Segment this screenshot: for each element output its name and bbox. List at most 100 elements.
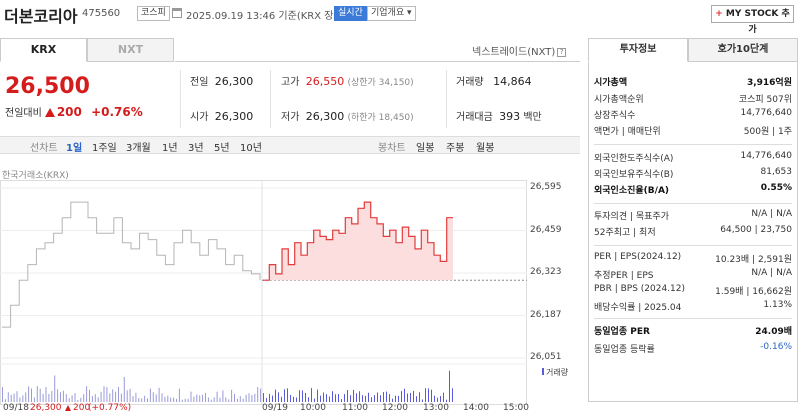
volume-bar: [311, 388, 312, 402]
volume-bar: [74, 393, 76, 402]
info-value: 14,776,640: [740, 151, 792, 161]
tab-1y[interactable]: 1년: [162, 139, 178, 154]
info-row: PER | EPS(2024.12) 10.23배 | 2,591원: [594, 252, 792, 265]
volume-bar: [216, 391, 218, 402]
volume-bar: [45, 387, 47, 402]
volume-bar: [234, 393, 235, 402]
volume-bar: [31, 388, 32, 402]
x-tick-label: 09/19: [262, 403, 288, 413]
volume-bar: [398, 395, 399, 402]
nxt-link[interactable]: 넥스트레이드(NXT)?: [472, 43, 567, 58]
volume-bar: [251, 394, 253, 402]
high-value: 26,550: [305, 75, 345, 88]
info-label: 동일업종 PER: [594, 327, 650, 337]
amount-value: 393: [499, 110, 521, 123]
volume-bar: [109, 393, 111, 402]
stock-code: 475560: [82, 8, 121, 19]
tab-krx[interactable]: KRX: [0, 38, 87, 62]
line-chart-label: 선차트: [30, 143, 58, 154]
chevron-down-icon: ▾: [407, 8, 412, 18]
info-row: 추정PER | EPS N/A | N/A: [594, 268, 792, 281]
tab-10y[interactable]: 10년: [240, 139, 262, 154]
add-my-stock-button[interactable]: + MY STOCK 추가: [711, 5, 794, 35]
volume-bar: [239, 396, 241, 402]
market-tabs: KRX NXT: [0, 38, 175, 62]
volume-bar: [231, 389, 233, 402]
volume-bar: [353, 389, 354, 402]
tab-1w[interactable]: 1주일: [92, 139, 117, 154]
prev-close-value: 26,300: [214, 75, 254, 88]
volume-bar: [135, 392, 137, 402]
info-value: 64,500 | 23,750: [720, 225, 792, 235]
tab-investment-info[interactable]: 투자정보: [588, 38, 688, 62]
info-label: 시가총액: [594, 78, 628, 88]
volume-bar: [190, 391, 192, 402]
volume-bar: [22, 395, 24, 402]
company-info-button[interactable]: 기업개요 ▾: [367, 6, 416, 21]
volume-bar: [248, 393, 250, 402]
info-label: 외국인한도주식수(A): [594, 154, 674, 164]
info-value: 14,776,640: [740, 108, 792, 118]
volume-bar: [19, 397, 21, 402]
volume-bar: [374, 395, 375, 402]
period-tabs: 선차트 1일 1주일 3개월 1년 3년 5년 10년 봉차트 일봉 주봉 월봉: [0, 136, 580, 154]
volume-bar: [54, 375, 56, 402]
low-price: 저가 26,300 (하한가 18,450): [281, 108, 414, 123]
tab-daily-candle[interactable]: 일봉: [416, 139, 434, 154]
tab-1d[interactable]: 1일: [66, 139, 82, 154]
prev-day-label: 09/18: [3, 403, 29, 413]
info-label: 52주최고 | 최저: [594, 228, 656, 238]
tab-order-book[interactable]: 호가10단계: [688, 38, 798, 62]
info-value: 1.13%: [763, 300, 792, 310]
volume-bar: [80, 397, 82, 402]
volume-bar: [335, 394, 336, 402]
tab-weekly-candle[interactable]: 주봉: [446, 139, 464, 154]
divider: [270, 70, 271, 128]
volume-bar: [293, 396, 294, 402]
volume-bar: [219, 397, 221, 402]
y-tick-label: 26,323: [530, 267, 562, 277]
open-price: 시가 26,300: [190, 108, 253, 123]
volume-bar: [10, 394, 12, 402]
volume-bar: [383, 391, 384, 402]
price-change: 전일대비 200 +0.76%: [5, 104, 143, 119]
help-icon[interactable]: ?: [557, 47, 567, 57]
low-value: 26,300: [305, 110, 345, 123]
investment-info-panel: 투자정보 호가10단계 시가총액 3,916억원 시가총액순위 코스피 507위 상장주…: [588, 38, 798, 402]
realtime-badge: 실시간: [334, 6, 367, 21]
volume-bar: [152, 392, 154, 402]
volume-bar: [106, 387, 108, 402]
tab-3m[interactable]: 3개월: [126, 139, 151, 154]
volume-bar: [83, 394, 85, 402]
tab-nxt[interactable]: NXT: [87, 38, 174, 62]
volume-bar: [97, 397, 99, 402]
info-row: 외국인한도주식수(A) 14,776,640: [594, 151, 792, 164]
tab-monthly-candle[interactable]: 월봉: [476, 139, 494, 154]
volume-bar: [123, 376, 125, 402]
info-value: 0.55%: [760, 183, 792, 193]
y-tick-label: 26,187: [530, 309, 562, 320]
info-label: 외국인소진율(B/A): [594, 186, 670, 196]
low-label: 저가: [281, 112, 300, 123]
volume-bar: [266, 397, 267, 402]
volume-bar: [120, 393, 122, 402]
volume-bar: [416, 396, 417, 402]
volume-bar: [48, 393, 50, 402]
volume-bar: [94, 394, 96, 402]
tab-5y[interactable]: 5년: [214, 139, 230, 154]
volume-bar: [431, 389, 432, 402]
volume-bar: [404, 388, 405, 402]
info-row: 52주최고 | 최저 64,500 | 23,750: [594, 225, 792, 238]
intraday-chart[interactable]: [0, 180, 527, 405]
volume-bar: [377, 392, 378, 402]
volume-bar: [389, 394, 390, 402]
volume-bar: [308, 397, 309, 402]
tab-3y[interactable]: 3년: [188, 139, 204, 154]
info-label: 액면가 | 매매단위: [594, 127, 661, 137]
volume-bar: [161, 393, 163, 402]
info-row: 액면가 | 매매단위 500원 | 1주: [594, 124, 792, 137]
volume-bar: [317, 389, 318, 402]
volume-bar: [199, 395, 201, 402]
volume-bar: [225, 397, 227, 402]
volume-bar: [257, 387, 259, 402]
